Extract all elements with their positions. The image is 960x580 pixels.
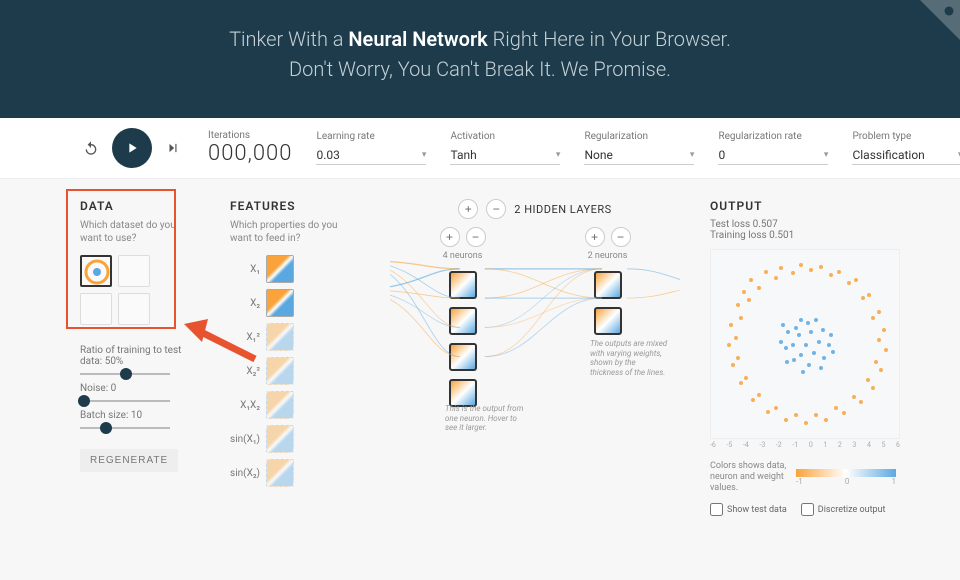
data-column: DATA Which dataset do you want to use? R… xyxy=(80,199,200,516)
network-header: + − 2 HIDDEN LAYERS xyxy=(390,199,680,219)
title-post: Right Here in Your Browser. xyxy=(488,27,731,51)
regularization-select[interactable]: Regularization None▾ xyxy=(584,131,694,165)
arrow-annotation-icon xyxy=(180,314,260,364)
add-neuron-button[interactable]: + xyxy=(585,227,605,247)
feature-sinx1[interactable] xyxy=(266,425,294,453)
hidden-layer-2: + − 2 neurons xyxy=(585,227,631,411)
legend-text: Colors shows data, neuron and weight val… xyxy=(710,461,790,493)
neuron[interactable] xyxy=(594,307,622,335)
activation-select[interactable]: Activation Tanh▾ xyxy=(450,131,560,165)
remove-layer-button[interactable]: − xyxy=(486,199,506,219)
color-legend: Colors shows data, neuron and weight val… xyxy=(710,461,920,493)
chevron-down-icon: ▾ xyxy=(556,150,561,160)
chevron-down-icon: ▾ xyxy=(422,150,427,160)
feature-x1[interactable] xyxy=(266,255,294,283)
layer1-label: 4 neurons xyxy=(443,251,483,261)
output-column: OUTPUT Test loss 0.507 Training loss 0.5… xyxy=(710,199,920,516)
hidden-layer-1: + − 4 neurons xyxy=(440,227,486,411)
feature-label-sinx2: sin(X₂) xyxy=(230,468,260,479)
feature-x1x2[interactable] xyxy=(266,391,294,419)
neuron[interactable] xyxy=(449,307,477,335)
chevron-down-icon: ▾ xyxy=(690,150,695,160)
iterations-label: Iterations xyxy=(208,130,292,141)
playback-group xyxy=(80,128,184,168)
discretize-checkbox[interactable]: Discretize output xyxy=(801,503,886,516)
output-plot xyxy=(710,249,900,439)
regenerate-button[interactable]: REGENERATE xyxy=(80,449,178,472)
top-controls: Iterations 000,000 Learning rate 0.03▾ A… xyxy=(0,118,960,179)
page-header: Tinker With a Neural Network Right Here … xyxy=(0,0,960,118)
iterations-value: 000,000 xyxy=(208,141,292,166)
chevron-down-icon: ▾ xyxy=(824,150,829,160)
features-subtitle: Which properties do you want to feed in? xyxy=(230,219,340,245)
dataset-xor[interactable] xyxy=(118,255,150,287)
play-button[interactable] xyxy=(112,128,152,168)
add-layer-button[interactable]: + xyxy=(458,199,478,219)
connection-wires xyxy=(390,227,680,411)
dataset-circle[interactable] xyxy=(80,255,112,287)
feature-label-x1: X₁ xyxy=(230,264,260,275)
problem-type-select[interactable]: Problem type Classification▾ xyxy=(852,131,960,165)
slider-thumb[interactable] xyxy=(120,368,132,380)
hidden-layers-title: 2 HIDDEN LAYERS xyxy=(514,203,611,216)
layer2-label: 2 neurons xyxy=(588,251,628,261)
title-pre: Tinker With a xyxy=(229,27,348,51)
dataset-gauss[interactable] xyxy=(80,293,112,325)
feature-label-x2: X₂ xyxy=(230,298,260,309)
neuron[interactable] xyxy=(594,271,622,299)
noise-slider[interactable]: Noise: 0 xyxy=(80,383,200,402)
reset-button[interactable] xyxy=(80,137,102,159)
gradient-bar-icon xyxy=(796,469,896,477)
neuron[interactable] xyxy=(449,271,477,299)
features-title: FEATURES xyxy=(230,199,360,213)
iterations-display: Iterations 000,000 xyxy=(208,130,292,166)
feature-label-x1x2: X₁X₂ xyxy=(230,400,260,411)
slider-thumb[interactable] xyxy=(100,422,112,434)
feature-label-sinx1: sin(X₁) xyxy=(230,434,260,445)
dataset-spiral[interactable] xyxy=(118,293,150,325)
layers-container: + − 4 neurons + − 2 neurons xyxy=(390,227,680,411)
remove-neuron-button[interactable]: − xyxy=(466,227,486,247)
output-title: OUTPUT xyxy=(710,199,920,213)
show-test-checkbox[interactable]: Show test data xyxy=(710,503,787,516)
github-corner-icon[interactable] xyxy=(920,0,960,40)
weights-annotation: The outputs are mixed with varying weigh… xyxy=(590,339,670,377)
title-line2: Don't Worry, You Can't Break It. We Prom… xyxy=(289,57,671,81)
neuron[interactable] xyxy=(449,343,477,371)
feature-sinx2[interactable] xyxy=(266,459,294,487)
output-options: Show test data Discretize output xyxy=(710,503,920,516)
slider-thumb[interactable] xyxy=(78,395,90,407)
feature-x1sq[interactable] xyxy=(266,323,294,351)
neuron[interactable] xyxy=(449,379,477,407)
step-button[interactable] xyxy=(162,137,184,159)
batch-slider[interactable]: Batch size: 10 xyxy=(80,410,200,429)
feature-label-x2sq: X₂² xyxy=(230,366,260,377)
feature-x2sq[interactable] xyxy=(266,357,294,385)
page-title: Tinker With a Neural Network Right Here … xyxy=(0,24,960,84)
train-loss: Training loss 0.501 xyxy=(710,230,920,241)
regularization-rate-select[interactable]: Regularization rate 0▾ xyxy=(718,131,828,165)
network-column: + − 2 HIDDEN LAYERS xyxy=(390,199,680,516)
add-neuron-button[interactable]: + xyxy=(440,227,460,247)
main-area: DATA Which dataset do you want to use? R… xyxy=(0,179,960,516)
test-loss: Test loss 0.507 xyxy=(710,219,920,230)
learning-rate-select[interactable]: Learning rate 0.03▾ xyxy=(316,131,426,165)
x-axis-ticks: -6-5-4-3-2-10123456 xyxy=(710,441,900,449)
title-bold: Neural Network xyxy=(348,27,487,51)
feature-x2[interactable] xyxy=(266,289,294,317)
remove-neuron-button[interactable]: − xyxy=(611,227,631,247)
neuron-annotation: This is the output from one neuron. Hove… xyxy=(445,404,525,433)
